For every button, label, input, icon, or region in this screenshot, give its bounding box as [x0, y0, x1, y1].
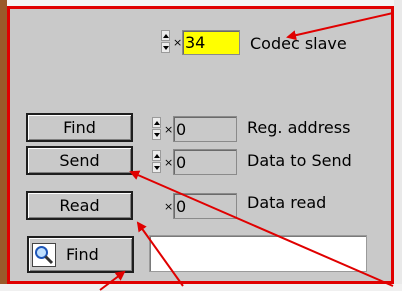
arrow-to-codec-field — [286, 12, 394, 41]
arrow-to-search-find-button — [99, 270, 126, 291]
annotation-arrows — [99, 12, 394, 291]
arrow-to-read-button — [136, 221, 184, 287]
